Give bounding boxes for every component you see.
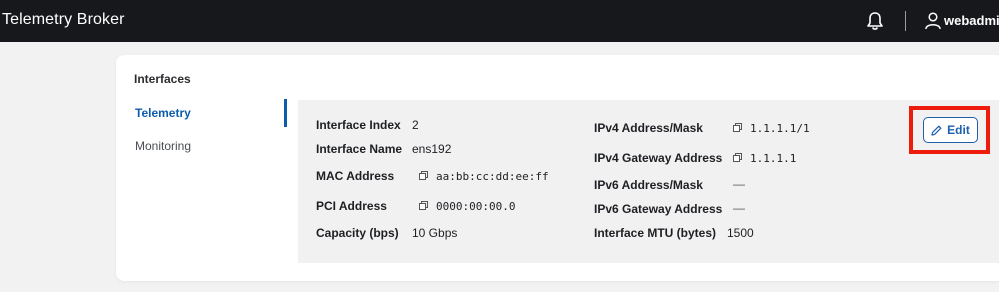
ipv6-address-value: — <box>733 177 745 191</box>
user-menu[interactable]: webadmin <box>944 13 999 28</box>
edit-button[interactable]: Edit <box>923 117 978 143</box>
user-icon[interactable] <box>925 12 941 29</box>
ipv4-gateway-label: IPv4 Gateway Address <box>594 151 723 165</box>
sidebar-item-monitoring[interactable]: Monitoring <box>135 139 191 153</box>
interface-index-value: 2 <box>412 118 419 132</box>
mtu-value: 1500 <box>727 226 754 240</box>
edit-button-label: Edit <box>947 123 970 137</box>
pci-address-label: PCI Address <box>316 199 387 213</box>
mtu-label: Interface MTU (bytes) <box>594 226 717 240</box>
capacity-label: Capacity (bps) <box>316 226 399 240</box>
interface-name-label: Interface Name <box>316 142 403 156</box>
copy-icon[interactable] <box>419 201 428 210</box>
ipv4-gateway-value: 1.1.1.1 <box>750 152 797 165</box>
ipv6-address-label: IPv6 Address/Mask <box>594 178 703 192</box>
header-divider <box>905 11 906 31</box>
card-title: Interfaces <box>134 72 191 86</box>
mac-address-label: MAC Address <box>316 169 395 183</box>
app-title: Telemetry Broker <box>2 11 125 28</box>
sidebar-item-telemetry[interactable]: Telemetry <box>135 106 191 120</box>
interface-name-value: ens192 <box>412 142 452 156</box>
pci-address-value: 0000:00:00.0 <box>436 200 516 213</box>
copy-icon[interactable] <box>733 153 742 162</box>
pencil-icon <box>931 125 942 136</box>
top-bar: Telemetry Broker webadmin <box>0 0 999 42</box>
ipv6-gateway-value: — <box>733 201 745 215</box>
ipv4-address-value: 1.1.1.1/1 <box>750 122 810 135</box>
bell-icon[interactable] <box>866 11 884 31</box>
ipv6-gateway-label: IPv6 Gateway Address <box>594 202 723 216</box>
interface-index-label: Interface Index <box>316 118 401 132</box>
copy-icon[interactable] <box>419 171 428 180</box>
copy-icon[interactable] <box>733 123 742 132</box>
capacity-value: 10 Gbps <box>412 226 458 240</box>
mac-address-value: aa:bb:cc:dd:ee:ff <box>436 170 549 183</box>
active-tab-indicator <box>284 99 287 127</box>
ipv4-address-label: IPv4 Address/Mask <box>594 121 703 135</box>
